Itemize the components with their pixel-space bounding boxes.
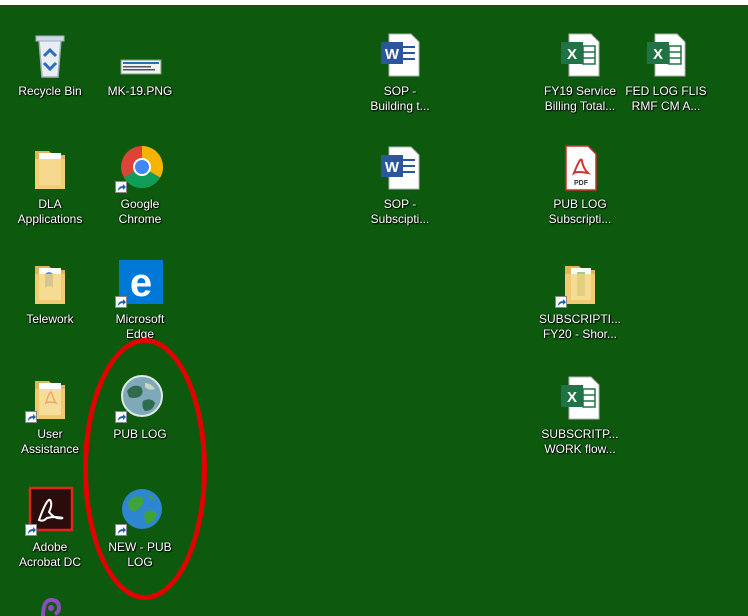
image-file-icon [115,30,165,80]
desktop-icon-label: FED LOG FLIS RMF CM A... [625,84,707,113]
shortcut-arrow-icon [555,296,567,308]
excel-document-icon: X [555,30,605,80]
svg-text:W: W [385,46,400,63]
shortcut-arrow-icon [115,296,127,308]
desktop-icon-label: PUB LOG Subscripti... [548,197,612,226]
folder-icon [25,143,75,193]
desktop-icon-sop-subscription[interactable]: W SOP - Subscipti... [355,143,445,227]
svg-text:X: X [653,46,663,63]
desktop-icon-label: SOP - Building t... [370,84,430,113]
svg-text:W: W [385,159,400,176]
shortcut-arrow-icon [25,524,37,536]
desktop-icon-label: FY19 Service Billing Total... [543,84,617,113]
desktop-icon-mk19-png[interactable]: MK-19.PNG [95,30,185,99]
svg-text:e: e [130,261,152,305]
desktop-icon-fed-log-flis[interactable]: X FED LOG FLIS RMF CM A... [621,30,711,114]
word-document-icon: W [375,143,425,193]
shortcut-arrow-icon [115,181,127,193]
top-screen-edge [0,0,748,5]
highlight-circle-annotation [83,338,207,600]
desktop-icon-microsoft-edge[interactable]: e Microsoft Edge [95,258,185,342]
desktop-icon-google-chrome[interactable]: Google Chrome [95,143,185,227]
folder-icon [25,258,75,308]
desktop-icon-label: Adobe Acrobat DC [18,540,82,569]
shortcut-arrow-icon [25,411,37,423]
desktop-icon-label: SOP - Subscipti... [370,197,430,226]
desktop-icon-adobe-acrobat-dc[interactable]: Adobe Acrobat DC [5,486,95,570]
desktop-icon-subscription-fy20[interactable]: SUBSCRIPTI... FY20 - Shor... [535,258,625,342]
desktop-icon-fy19-service-billing[interactable]: X FY19 Service Billing Total... [535,30,625,114]
chrome-icon [115,143,165,193]
word-document-icon: W [375,30,425,80]
folder-icon [25,373,75,423]
folder-icon [555,258,605,308]
desktop-icon-dla-applications[interactable]: DLA Applications [5,143,95,227]
pdf-document-icon: PDF [555,143,605,193]
excel-document-icon: X [641,30,691,80]
edge-icon: e [115,258,165,308]
desktop-icon-label: MK-19.PNG [107,84,173,98]
desktop-icon-label: Recycle Bin [18,84,82,98]
svg-text:X: X [567,46,577,63]
desktop-icon-pub-log-subscription-pdf[interactable]: PDF PUB LOG Subscripti... [535,143,625,227]
svg-text:X: X [567,389,577,406]
desktop-icon-telework[interactable]: Telework [5,258,95,327]
desktop-icon-label: Google Chrome [118,197,162,226]
purple-app-icon [25,596,75,616]
desktop-icon-partial[interactable] [5,596,95,616]
desktop-icon-label: DLA Applications [17,197,83,226]
acrobat-icon [25,486,75,536]
recycle-bin-icon [25,30,75,80]
desktop-icon-label: Telework [26,312,74,326]
desktop-icon-sop-building[interactable]: W SOP - Building t... [355,30,445,114]
desktop-icon-label: User Assistance [20,427,80,456]
desktop-icon-subscription-workflow[interactable]: X SUBSCRITP... WORK flow... [535,373,625,457]
desktop-icon-user-assistance[interactable]: User Assistance [5,373,95,457]
desktop-icon-recycle-bin[interactable]: Recycle Bin [5,30,95,99]
desktop-icon-label: SUBSCRITP... WORK flow... [541,427,619,456]
svg-text:PDF: PDF [574,180,589,187]
excel-document-icon: X [555,373,605,423]
desktop-icon-label: SUBSCRIPTI... FY20 - Shor... [538,312,621,341]
